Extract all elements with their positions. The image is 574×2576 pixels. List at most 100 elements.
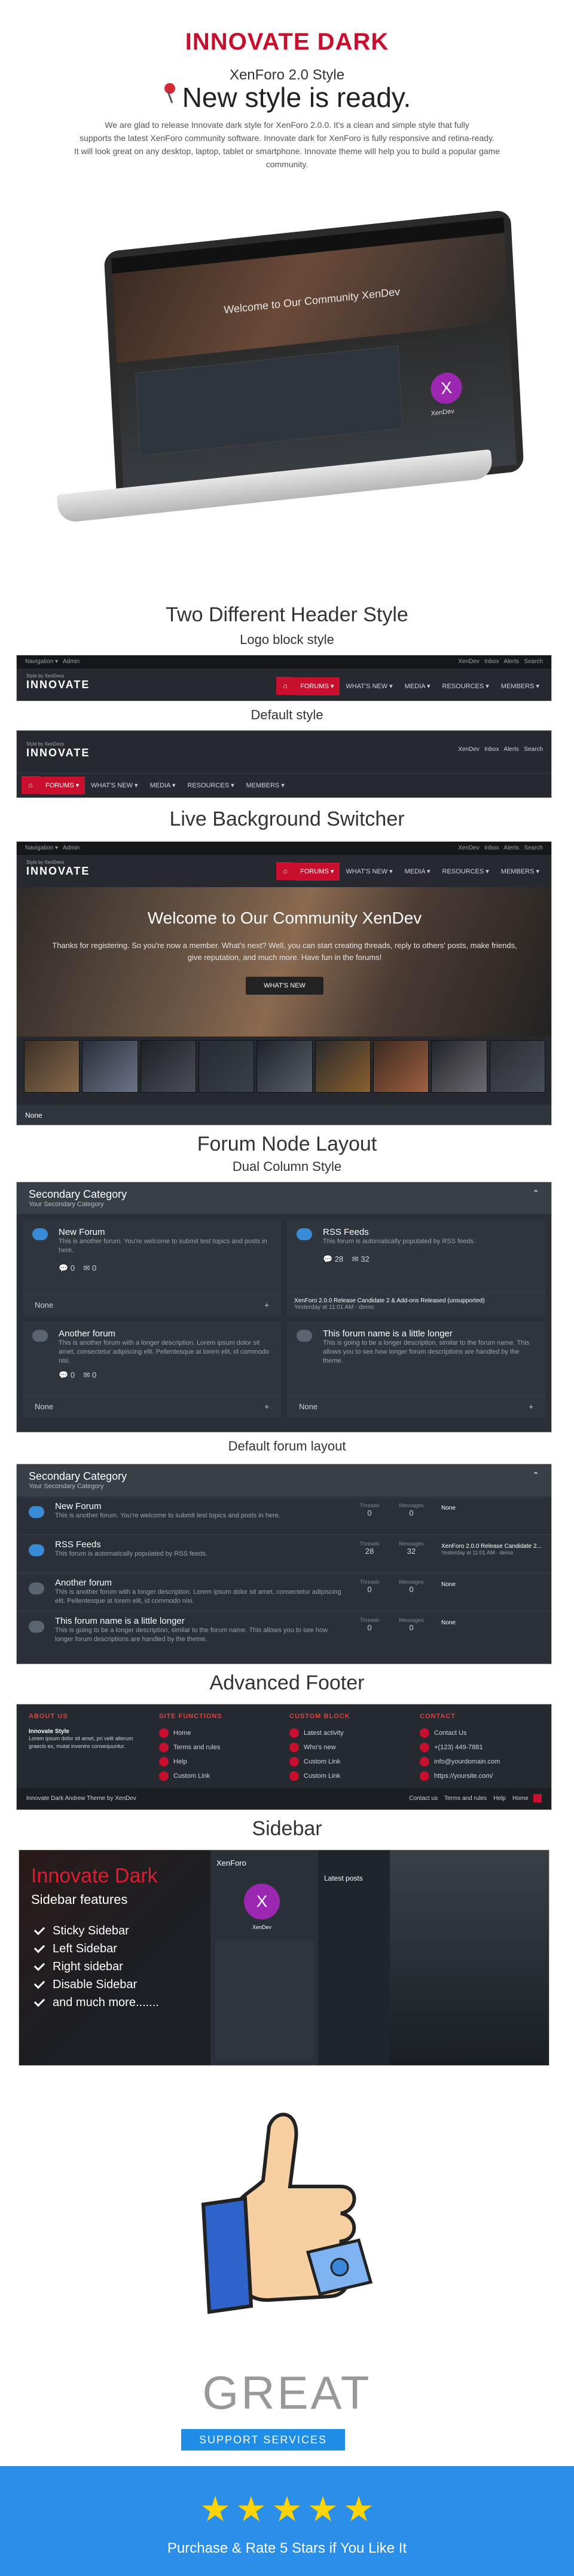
background-thumbnail[interactable] — [373, 1040, 429, 1093]
whats-new-button[interactable]: WHAT'S NEW — [246, 977, 323, 995]
footer-link[interactable]: +(123) 449-7881 — [420, 1740, 539, 1755]
node-title[interactable]: Another forum — [59, 1329, 273, 1339]
star-icon[interactable]: ★ — [307, 2489, 338, 2529]
forum-row[interactable]: Another forum This is another forum with … — [17, 1572, 551, 1611]
alerts-link[interactable]: Alerts — [503, 845, 519, 851]
footer-bottom-link[interactable]: Help — [493, 1795, 506, 1802]
check-icon — [33, 1977, 45, 1989]
nav-media[interactable]: MEDIA ▾ — [399, 677, 436, 695]
nav-forums[interactable]: FORUMS ▾ — [294, 677, 340, 695]
forum-row[interactable]: RSS Feeds This forum is automatically pop… — [17, 1534, 551, 1572]
nav-whats-new[interactable]: WHAT'S NEW ▾ — [340, 863, 398, 881]
background-thumbnail[interactable] — [489, 1040, 545, 1093]
link-icon — [159, 1771, 169, 1781]
footer-link[interactable]: Terms and rules — [159, 1740, 279, 1755]
footer-link[interactable]: Latest activity — [289, 1726, 409, 1740]
background-thumbnail[interactable] — [82, 1040, 138, 1093]
expand-icon[interactable]: + — [264, 1301, 269, 1310]
last-post[interactable]: None — [441, 1620, 546, 1626]
footer-link[interactable]: Who's new — [289, 1740, 409, 1755]
nav-members[interactable]: MEMBERS ▾ — [240, 777, 291, 795]
search-link[interactable]: Search — [524, 658, 543, 665]
footer-link[interactable]: info@yourdomain.com — [420, 1755, 539, 1769]
footer-link[interactable]: https://yoursite.com/ — [420, 1769, 539, 1783]
node-title[interactable]: New Forum — [55, 1501, 342, 1511]
nav-resources[interactable]: RESOURCES ▾ — [181, 777, 240, 795]
forum-node-card[interactable]: New Forum This is another forum. You're … — [23, 1220, 281, 1315]
inbox-link[interactable]: Inbox — [484, 746, 499, 753]
nav-media[interactable]: MEDIA ▾ — [144, 777, 182, 795]
nav-whats-new[interactable]: WHAT'S NEW ▾ — [85, 777, 144, 795]
nav-whats-new[interactable]: WHAT'S NEW ▾ — [340, 677, 398, 695]
home-icon[interactable]: ⌂ — [276, 862, 295, 880]
collapse-icon[interactable]: ⌃ — [532, 1470, 539, 1480]
last-post[interactable]: None — [441, 1581, 546, 1588]
footer-link[interactable]: Contact Us — [420, 1726, 539, 1740]
alerts-link[interactable]: Alerts — [503, 658, 519, 665]
footer-link[interactable]: Custom Link — [289, 1769, 409, 1783]
forum-node-card[interactable]: Another forum This is another forum with… — [23, 1321, 281, 1417]
footer-bottom-link[interactable]: Home — [512, 1795, 529, 1802]
forum-node-card[interactable]: This forum name is a little longer This … — [287, 1321, 545, 1417]
logo[interactable]: Style by XenDevs INNOVATE — [26, 673, 90, 691]
footer-link[interactable]: Custom Link — [289, 1755, 409, 1769]
support-services-button[interactable]: SUPPORT SERVICES — [181, 2429, 345, 2451]
nav-dropdown[interactable]: Navigation ▾ — [25, 845, 58, 851]
background-thumbnail[interactable] — [198, 1040, 255, 1093]
forum-row[interactable]: New Forum This is another forum. You're w… — [17, 1496, 551, 1534]
last-post[interactable]: XenForo 2.0.0 Release Candidate 2... Yest… — [441, 1543, 546, 1556]
node-title[interactable]: New Forum — [59, 1227, 273, 1237]
user-link[interactable]: XenDev — [458, 746, 480, 753]
nav-resources[interactable]: RESOURCES ▾ — [436, 863, 495, 881]
star-icon[interactable]: ★ — [200, 2489, 231, 2529]
category-header[interactable]: Secondary Category ⌃ Your Secondary Catego… — [17, 1464, 551, 1496]
footer-link[interactable]: Home — [159, 1726, 279, 1740]
rss-icon[interactable] — [533, 1794, 542, 1803]
background-thumbnail[interactable] — [257, 1040, 313, 1093]
home-icon[interactable]: ⌂ — [22, 776, 39, 794]
last-post[interactable]: None — [441, 1505, 546, 1511]
star-icon[interactable]: ★ — [236, 2489, 267, 2529]
alerts-link[interactable]: Alerts — [503, 746, 519, 753]
nav-members[interactable]: MEMBERS ▾ — [495, 863, 545, 881]
category-header[interactable]: Secondary Category ⌃ Your Secondary Catego… — [17, 1182, 551, 1214]
admin-link[interactable]: Admin — [63, 845, 80, 851]
nav-media[interactable]: MEDIA ▾ — [399, 863, 436, 881]
logo[interactable]: Style by XenDevs INNOVATE — [26, 741, 90, 759]
logo[interactable]: Style by XenDevs INNOVATE — [26, 860, 90, 878]
star-icon[interactable]: ★ — [343, 2489, 374, 2529]
star-icon[interactable]: ★ — [271, 2489, 303, 2529]
expand-icon[interactable]: + — [529, 1402, 533, 1411]
footer-link[interactable]: Help — [159, 1755, 279, 1769]
home-icon[interactable]: ⌂ — [276, 677, 295, 695]
footer-link[interactable]: Custom Link — [159, 1769, 279, 1783]
user-link[interactable]: XenDev — [458, 845, 480, 851]
nav-forums[interactable]: FORUMS ▾ — [294, 863, 340, 881]
collapse-icon[interactable]: ⌃ — [532, 1188, 539, 1198]
node-title[interactable]: This forum name is a little longer — [55, 1616, 342, 1626]
user-link[interactable]: XenDev — [458, 658, 480, 665]
footer-bottom-link[interactable]: Contact us — [409, 1795, 438, 1802]
nav-forums[interactable]: FORUMS ▾ — [39, 777, 86, 795]
node-title[interactable]: RSS Feeds — [55, 1540, 342, 1550]
background-thumbnail[interactable] — [24, 1040, 80, 1093]
node-title[interactable]: This forum name is a little longer — [323, 1329, 537, 1339]
node-title[interactable]: Another forum — [55, 1578, 342, 1588]
node-title[interactable]: RSS Feeds — [323, 1227, 537, 1237]
background-thumbnail[interactable] — [431, 1040, 487, 1093]
nav-resources[interactable]: RESOURCES ▾ — [436, 677, 495, 695]
nav-members[interactable]: MEMBERS ▾ — [495, 677, 545, 695]
search-link[interactable]: Search — [524, 746, 543, 753]
expand-icon[interactable]: + — [264, 1402, 269, 1411]
inbox-link[interactable]: Inbox — [484, 658, 499, 665]
footer-bottom-link[interactable]: Terms and rules — [444, 1795, 487, 1802]
inbox-link[interactable]: Inbox — [484, 845, 499, 851]
forum-row[interactable]: This forum name is a little longer This i… — [17, 1611, 551, 1649]
background-thumbnail[interactable] — [315, 1040, 371, 1093]
search-link[interactable]: Search — [524, 845, 543, 851]
forum-node-card[interactable]: RSS Feeds This forum is automatically po… — [287, 1220, 545, 1315]
sidebar-avatar[interactable]: X — [244, 1884, 280, 1919]
last-post-title[interactable]: XenForo 2.0.0 Release Candidate 2 & Add-… — [294, 1298, 538, 1304]
background-thumbnail[interactable] — [140, 1040, 196, 1093]
forum-list: New Forum This is another forum. You're w… — [17, 1496, 551, 1649]
